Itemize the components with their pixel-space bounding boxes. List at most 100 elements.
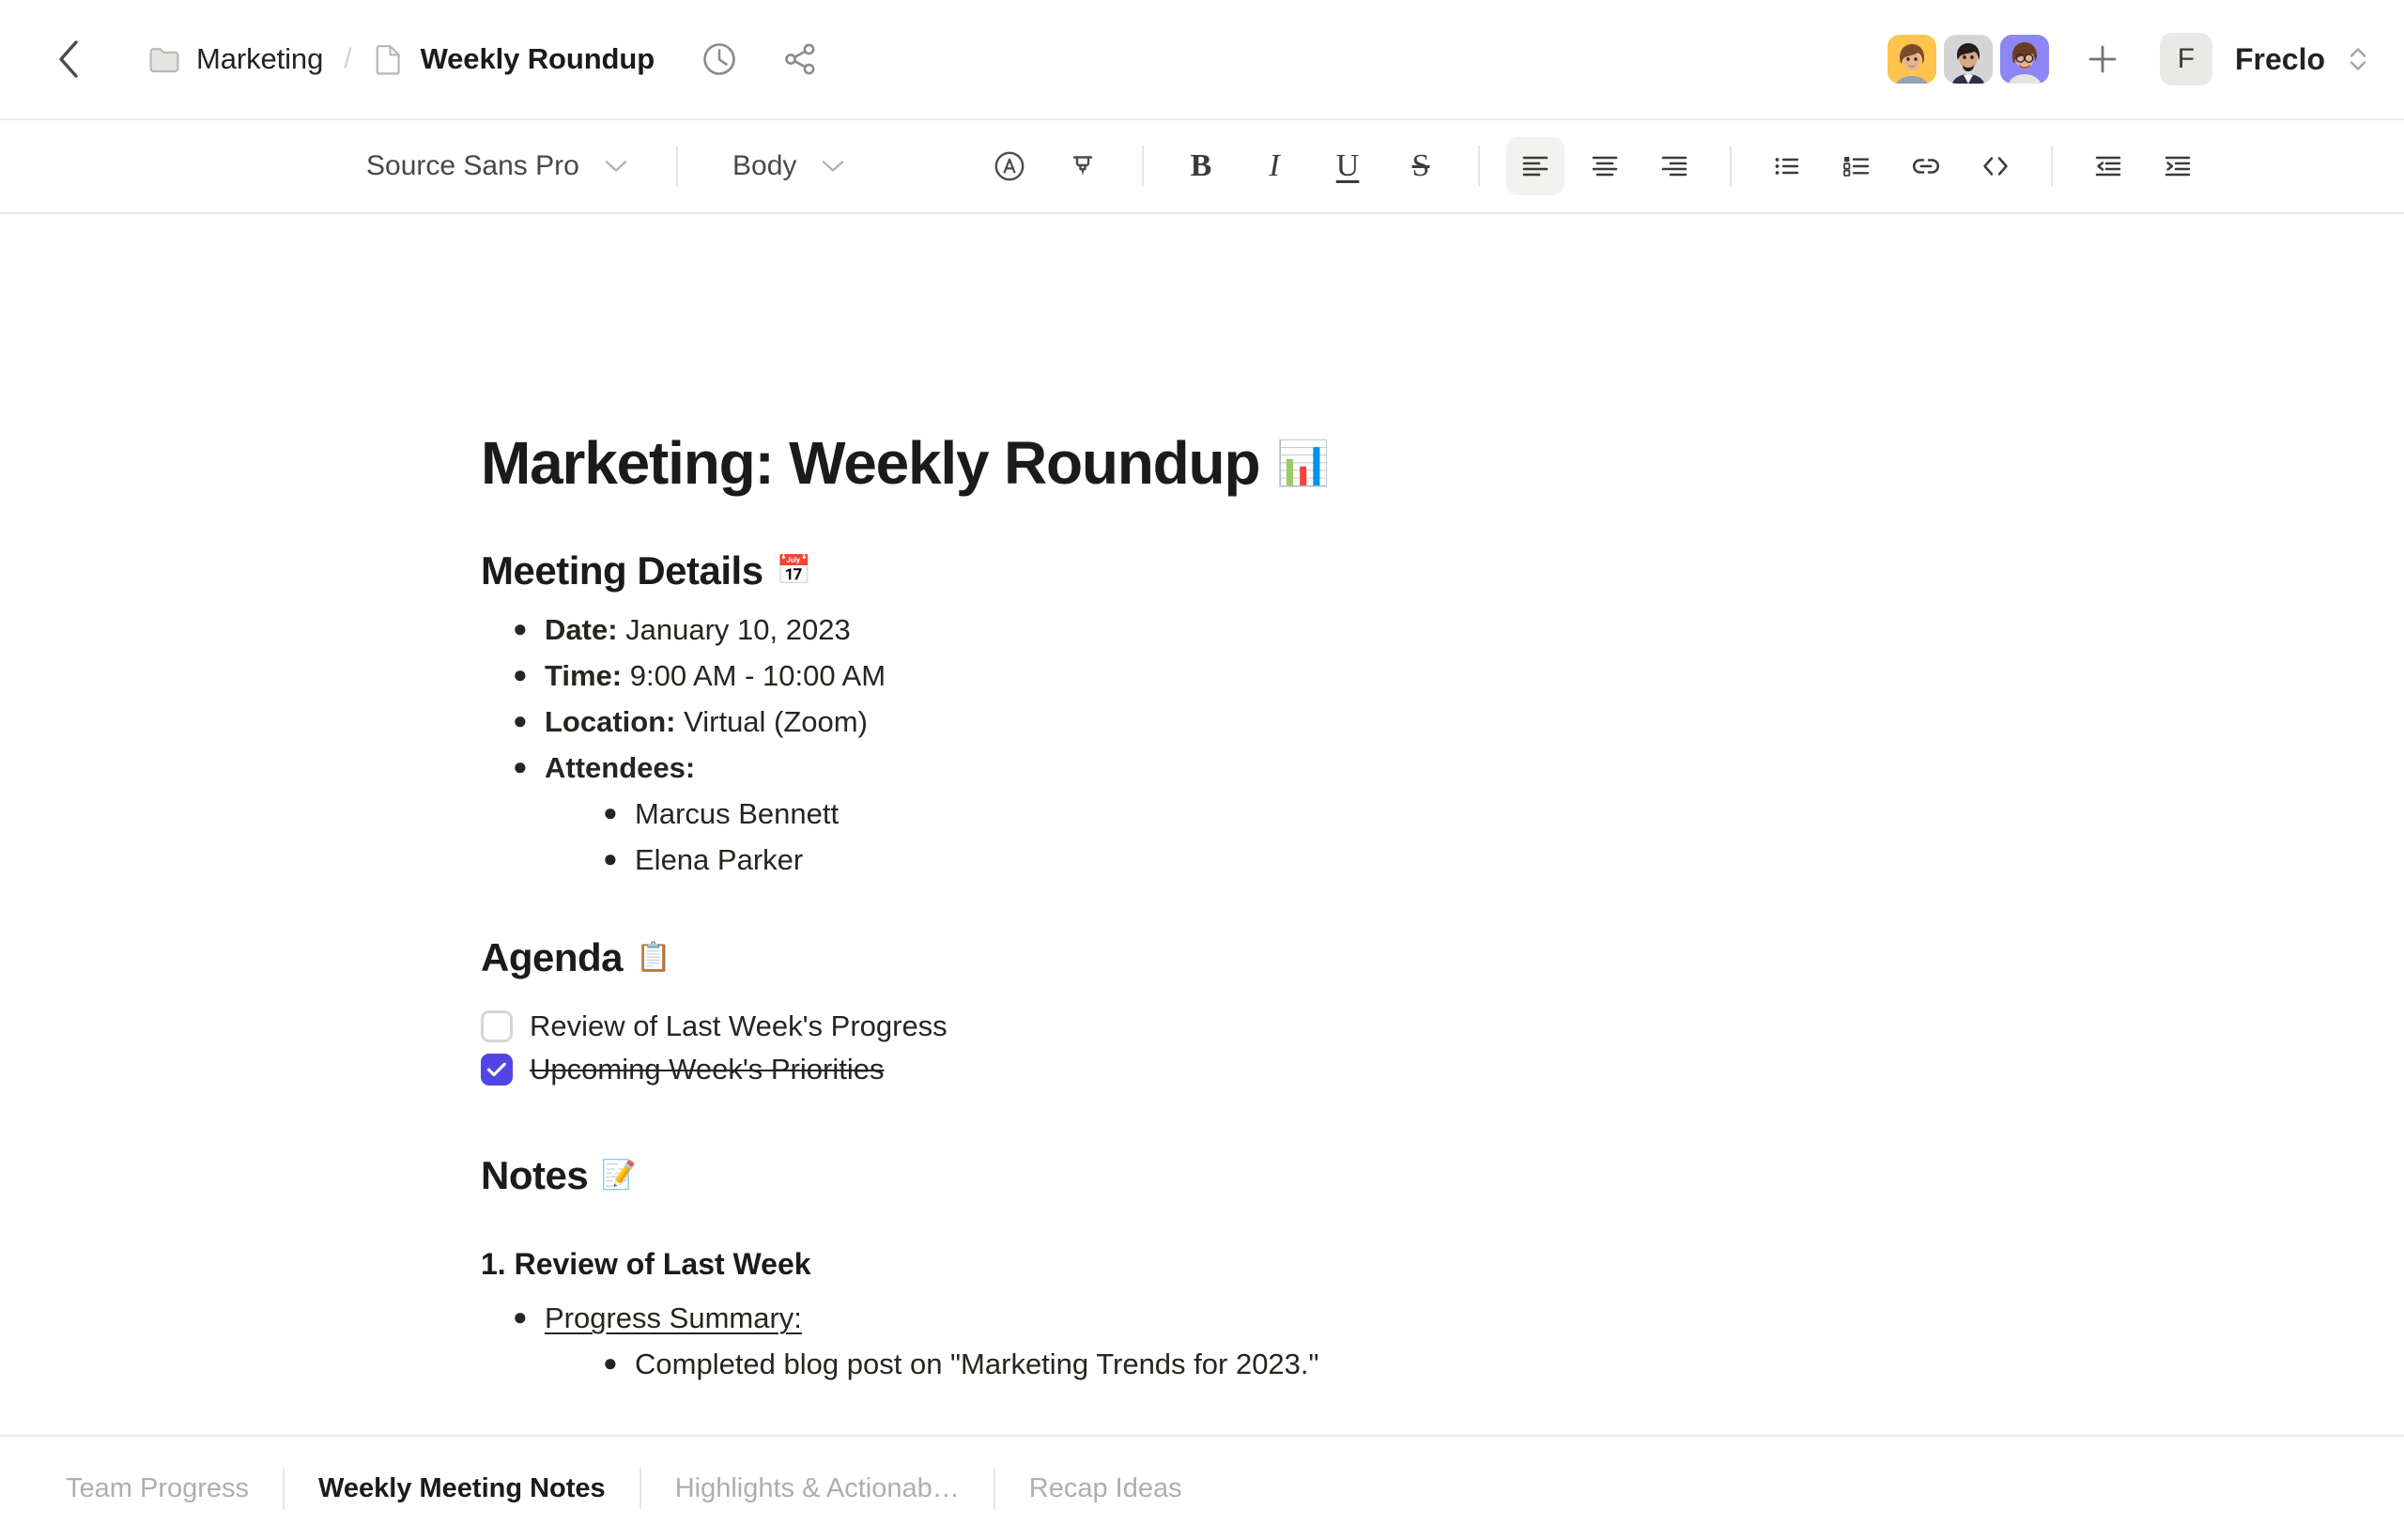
notes-bullet-label: Progress Summary: — [545, 1301, 802, 1335]
breadcrumb-document-label: Weekly Roundup — [420, 42, 655, 75]
list-item-content: Attendees: — [545, 753, 695, 782]
breadcrumb-folder-label: Marketing — [196, 42, 324, 75]
text-color-button[interactable] — [980, 137, 1039, 195]
share-icon — [785, 43, 815, 75]
bold-button[interactable]: B — [1172, 137, 1230, 195]
clipboard-emoji: 📋 — [636, 941, 671, 975]
calendar-emoji: 📅 — [776, 554, 812, 588]
attendee-name: Elena Parker — [635, 843, 804, 877]
underline-button[interactable]: U — [1318, 137, 1377, 195]
app-header: Marketing / Weekly Roundup F Freclo — [0, 0, 2404, 120]
font-family-value: Source Sans Pro — [366, 150, 579, 181]
italic-button[interactable]: I — [1245, 137, 1303, 195]
bottom-tab-bar: Team Progress Weekly Meeting Notes Highl… — [0, 1435, 2404, 1540]
notes-sub-bullet: Completed blog post on "Marketing Trends… — [635, 1348, 1319, 1381]
italic-icon: I — [1269, 148, 1280, 183]
bullet-icon: ● — [513, 1302, 528, 1332]
breadcrumb-separator: / — [344, 43, 352, 74]
link-icon — [1912, 159, 1940, 174]
outdent-button[interactable] — [2079, 137, 2137, 195]
breadcrumb-folder[interactable]: Marketing — [148, 42, 323, 76]
bold-icon: B — [1190, 148, 1212, 183]
list-item: ● Date: January 10, 2023 — [513, 607, 1702, 653]
chevron-down-icon — [604, 159, 628, 174]
font-family-select[interactable]: Source Sans Pro — [366, 138, 676, 194]
highlighter-icon — [1072, 156, 1093, 176]
list-item: ● Completed blog post on "Marketing Tren… — [603, 1341, 1702, 1387]
align-left-button[interactable] — [1506, 137, 1564, 195]
strikethrough-button[interactable]: S — [1392, 137, 1450, 195]
toolbar-divider — [1730, 146, 1732, 187]
document-scroll-area[interactable]: Marketing: Weekly Roundup 📊 Meeting Deta… — [0, 214, 2404, 1435]
avatar-2-image — [1943, 35, 1993, 84]
toolbar-divider — [2051, 146, 2053, 187]
avatar[interactable] — [1943, 35, 1993, 84]
list-item-content: Date: January 10, 2023 — [545, 615, 851, 644]
tab-weekly-meeting-notes[interactable]: Weekly Meeting Notes — [285, 1474, 640, 1502]
checkbox-unchecked-icon[interactable] — [481, 1010, 513, 1043]
code-button[interactable] — [1966, 137, 2025, 195]
chevron-up-down-icon — [2348, 43, 2368, 75]
align-right-button[interactable] — [1645, 137, 1703, 195]
numbered-list-button[interactable] — [1827, 137, 1886, 195]
list-item-label: Location: — [545, 705, 676, 739]
memo-emoji: 📝 — [601, 1159, 637, 1193]
list-item-label: Date: — [545, 613, 618, 647]
text-style-select[interactable]: Body — [732, 138, 967, 194]
tab-team-progress[interactable]: Team Progress — [32, 1474, 283, 1502]
list-item-value: January 10, 2023 — [625, 613, 851, 647]
align-left-icon — [1522, 156, 1549, 177]
list-item: ● Marcus Bennett — [603, 791, 1702, 837]
align-center-button[interactable] — [1576, 137, 1634, 195]
indent-icon — [2165, 156, 2191, 177]
user-menu[interactable]: F Freclo — [2159, 33, 2368, 85]
list-item-content: Location: Virtual (Zoom) — [545, 707, 868, 736]
meeting-details-list: ● Date: January 10, 2023 ● Time: 9:00 AM… — [481, 607, 1702, 883]
outdent-icon — [2095, 156, 2121, 177]
align-right-icon — [1661, 156, 1687, 177]
back-button[interactable] — [47, 38, 90, 81]
tab-highlights-actionables[interactable]: Highlights & Actionab… — [641, 1474, 994, 1502]
tab-recap-ideas[interactable]: Recap Ideas — [995, 1474, 1216, 1502]
avatar[interactable] — [1887, 35, 1936, 84]
agenda-heading: Agenda 📋 — [481, 935, 1702, 980]
document-body[interactable]: Marketing: Weekly Roundup 📊 Meeting Deta… — [481, 214, 1702, 1387]
list-item: ● Elena Parker — [603, 837, 1702, 883]
bullet-icon: ● — [513, 614, 528, 643]
toolbar-divider — [1142, 146, 1144, 187]
check-mark-icon — [486, 1063, 506, 1077]
header-left: Marketing / Weekly Roundup — [47, 36, 1888, 83]
page-title: Marketing: Weekly Roundup 📊 — [481, 430, 1702, 497]
underline-icon: U — [1335, 148, 1360, 183]
notes-subheading: 1. Review of Last Week — [481, 1247, 811, 1282]
list-item-label: Time: — [545, 659, 623, 693]
bullet-icon: ● — [513, 752, 528, 781]
version-history-button[interactable] — [696, 36, 743, 83]
checkbox-checked-icon[interactable] — [481, 1054, 513, 1086]
list-item: ● Attendees: — [513, 745, 1702, 791]
document-icon — [373, 43, 405, 75]
breadcrumb-document[interactable]: Weekly Roundup — [373, 42, 655, 76]
bullet-list-button[interactable] — [1758, 137, 1816, 195]
bullet-icon: ● — [603, 844, 618, 873]
attendee-name: Marcus Bennett — [635, 797, 840, 831]
checklist-item-checked[interactable]: Upcoming Week's Priorities — [481, 1048, 1702, 1091]
bullet-icon: ● — [513, 660, 528, 689]
bullet-icon: ● — [603, 1348, 618, 1378]
checklist-item-unchecked[interactable]: Review of Last Week's Progress — [481, 1005, 1702, 1048]
user-name-label: Freclo — [2234, 41, 2325, 76]
history-clock-icon — [703, 43, 735, 75]
avatar[interactable] — [1999, 35, 2049, 84]
text-color-icon — [994, 151, 1025, 181]
link-button[interactable] — [1897, 137, 1955, 195]
agenda-heading-text: Agenda — [481, 935, 624, 980]
document-editor-app: Marketing / Weekly Roundup F Freclo Sour… — [0, 0, 2404, 1540]
plus-icon — [2088, 45, 2117, 73]
add-collaborator-button[interactable] — [2077, 34, 2128, 85]
share-button[interactable] — [777, 36, 824, 83]
indent-button[interactable] — [2149, 137, 2207, 195]
highlight-button[interactable] — [1054, 137, 1112, 195]
chevron-left-icon — [59, 40, 78, 78]
list-item: ● Progress Summary: — [513, 1295, 1702, 1341]
meeting-details-heading: Meeting Details 📅 — [481, 548, 1702, 593]
